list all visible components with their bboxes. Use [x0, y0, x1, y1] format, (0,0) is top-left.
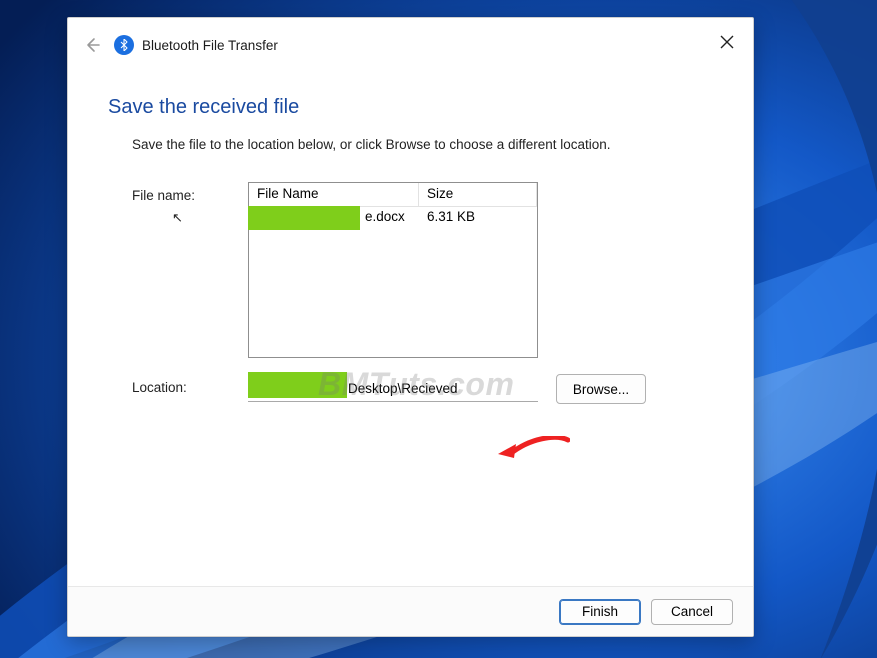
cancel-button[interactable]: Cancel	[651, 599, 733, 625]
browse-button[interactable]: Browse...	[556, 374, 646, 404]
close-button[interactable]	[713, 28, 741, 56]
location-row: Location: Desktop\Recieved Browse...	[132, 374, 713, 404]
file-list[interactable]: File Name Size e.docx 6.31 KB	[248, 182, 538, 358]
file-cell-size: 6.31 KB	[419, 207, 537, 229]
file-list-header: File Name Size	[249, 183, 537, 207]
file-name-label: File name:	[132, 182, 248, 203]
location-group: Desktop\Recieved Browse...	[248, 374, 646, 404]
desktop-background: Bluetooth File Transfer Save the receive…	[0, 0, 877, 658]
titlebar: Bluetooth File Transfer	[68, 18, 753, 72]
annotation-arrow-icon	[496, 436, 570, 470]
footer-bar: Finish Cancel	[68, 586, 753, 636]
dialog-window: Bluetooth File Transfer Save the receive…	[67, 17, 754, 637]
finish-button[interactable]: Finish	[559, 599, 641, 625]
content-area: Save the received file Save the file to …	[68, 72, 753, 586]
location-input[interactable]: Desktop\Recieved	[248, 376, 538, 402]
page-heading: Save the received file	[108, 96, 713, 119]
close-icon	[720, 35, 734, 49]
redaction-block	[248, 206, 360, 230]
location-label: Location:	[132, 374, 248, 395]
redaction-block	[248, 372, 347, 398]
file-name-row: File name: File Name Size e.docx 6.31 KB	[132, 182, 713, 358]
bluetooth-icon	[114, 35, 134, 55]
col-header-name[interactable]: File Name	[249, 183, 419, 206]
window-title: Bluetooth File Transfer	[142, 38, 278, 53]
col-header-size[interactable]: Size	[419, 183, 537, 206]
file-row[interactable]: e.docx 6.31 KB	[249, 207, 537, 229]
back-button[interactable]	[80, 33, 104, 57]
back-arrow-icon	[84, 37, 100, 53]
file-cell-name: e.docx	[249, 207, 419, 229]
instruction-text: Save the file to the location below, or …	[132, 137, 713, 152]
